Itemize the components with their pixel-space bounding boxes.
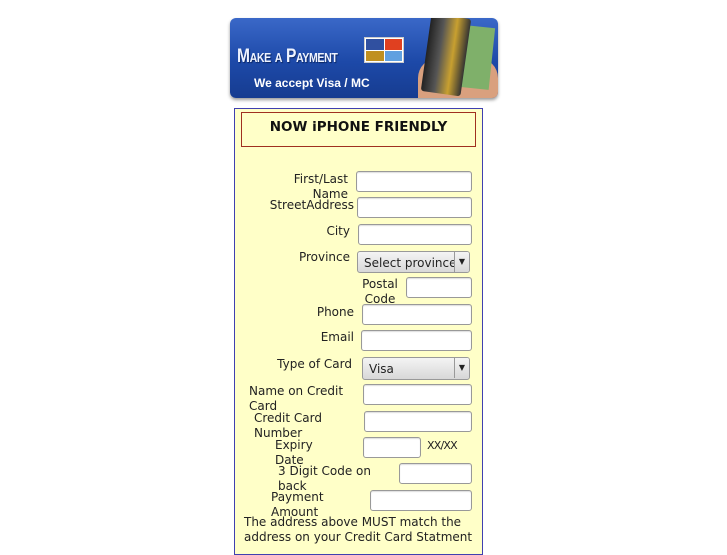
city-label: City (326, 224, 350, 238)
chevron-down-icon: ▼ (454, 358, 469, 378)
card-number-input[interactable] (364, 411, 472, 432)
card-type-select[interactable]: Visa ▼ (362, 357, 470, 380)
name-label: First/Last Name (293, 172, 348, 201)
card-name-input[interactable] (363, 384, 472, 405)
city-input[interactable] (358, 224, 472, 245)
expiry-input[interactable] (363, 437, 421, 458)
province-label: Province (298, 250, 350, 264)
notice-text: NOW iPHONE FRIENDLY (269, 119, 448, 135)
expiry-hint: XX/XX (427, 439, 458, 452)
banner-title: Make a Payment (237, 46, 338, 67)
mastercard-logo-icon (384, 39, 402, 50)
amex-logo-icon (384, 50, 402, 61)
card-number-label: Credit Card Number (254, 411, 322, 440)
discover-logo-icon (366, 50, 384, 61)
card-name-label: Name on Credit Card (249, 384, 344, 413)
street-label: StreetAddress (269, 198, 354, 212)
card-logos (364, 37, 404, 63)
name-input[interactable] (356, 171, 472, 192)
cvv-input[interactable] (399, 463, 472, 484)
card-type-label: Type of Card (277, 357, 352, 371)
notice-box: NOW iPHONE FRIENDLY (241, 112, 476, 147)
amount-input[interactable] (370, 490, 472, 511)
chevron-down-icon: ▼ (454, 252, 469, 272)
visa-logo-icon (366, 39, 384, 50)
phone-label: Phone (316, 305, 354, 319)
email-label: Email (320, 330, 354, 344)
cvv-label: 3 Digit Code on back (278, 464, 371, 493)
postal-label: Postal Code (362, 277, 398, 306)
province-select[interactable]: Select province ▼ (357, 251, 470, 273)
phone-input[interactable] (362, 304, 472, 325)
postal-input[interactable] (406, 277, 472, 298)
card-type-value: Visa (369, 362, 394, 376)
expiry-label: Expiry Date (275, 438, 313, 467)
street-input[interactable] (357, 197, 472, 218)
province-value: Select province (364, 256, 457, 270)
make-a-payment-banner: Make a Payment We accept Visa / MC (230, 18, 498, 98)
email-input[interactable] (361, 330, 472, 351)
address-note: The address above MUST match the address… (244, 515, 473, 544)
banner-subtitle: We accept Visa / MC (254, 76, 370, 90)
